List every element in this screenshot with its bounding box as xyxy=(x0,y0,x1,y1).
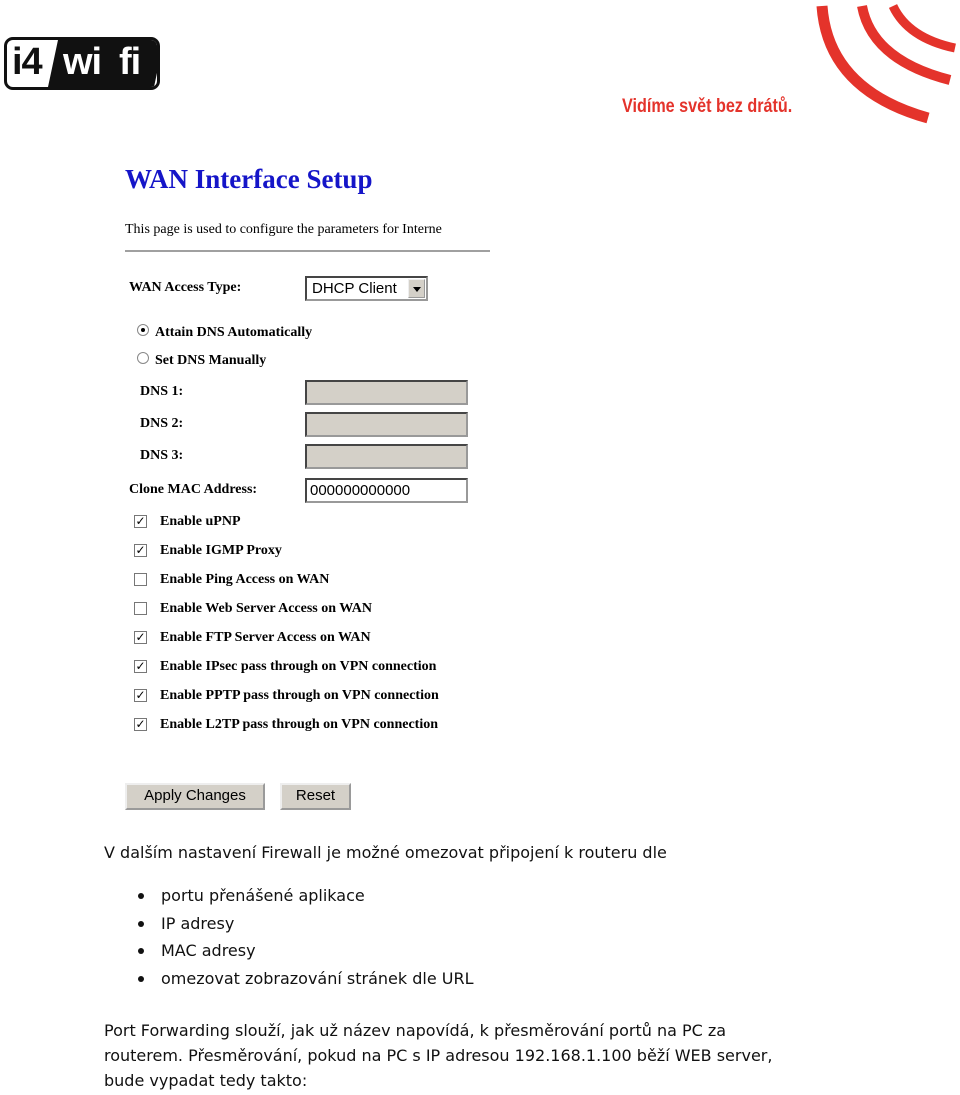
wireless-arcs-logo xyxy=(816,3,956,124)
checkbox[interactable]: ✓ xyxy=(134,689,147,702)
radio-label: Attain DNS Automatically xyxy=(155,325,313,340)
divider xyxy=(125,250,490,252)
wan-access-type-select[interactable]: DHCP Client xyxy=(305,276,428,301)
checkbox-label: Enable uPNP xyxy=(160,514,241,529)
checkbox-label: Enable IGMP Proxy xyxy=(160,543,282,558)
paragraph-line: routerem. Přesměrování, pokud na PC s IP… xyxy=(104,1046,773,1065)
wan-access-type-label: WAN Access Type: xyxy=(129,280,242,295)
radio-attain-dns[interactable] xyxy=(137,324,149,336)
dns3-input[interactable] xyxy=(305,444,468,469)
checkbox-label: Enable Ping Access on WAN xyxy=(160,572,330,587)
paragraph-line: bude vypadat tedy takto: xyxy=(104,1071,308,1090)
apply-changes-button[interactable]: Apply Changes xyxy=(125,783,265,810)
radio-label: Set DNS Manually xyxy=(155,353,267,368)
bullet-icon xyxy=(138,921,144,927)
dns2-label: DNS 2: xyxy=(140,416,184,431)
list-item: MAC adresy xyxy=(161,941,256,960)
radio-set-dns-manually[interactable] xyxy=(137,352,149,364)
paragraph-line: Port Forwarding slouží, jak už název nap… xyxy=(104,1021,727,1040)
checkbox-label: Enable Web Server Access on WAN xyxy=(160,601,372,616)
checkbox-label: Enable L2TP pass through on VPN connecti… xyxy=(160,717,438,732)
clone-mac-input[interactable]: 000000000000 xyxy=(305,478,468,503)
intro-text: V dalším nastavení Firewall je možné ome… xyxy=(104,843,667,862)
list-item: IP adresy xyxy=(161,914,235,933)
checkbox[interactable]: ✓ xyxy=(134,515,147,528)
checkbox[interactable]: ✓ xyxy=(134,718,147,731)
dns1-input[interactable] xyxy=(305,380,468,405)
checkbox[interactable]: ✓ xyxy=(134,544,147,557)
checkbox[interactable]: ✓ xyxy=(134,660,147,673)
checkbox-label: Enable PPTP pass through on VPN connecti… xyxy=(160,688,439,703)
bullet-icon xyxy=(138,976,144,982)
list-item: omezovat zobrazování stránek dle URL xyxy=(161,969,474,988)
page-description: This page is used to configure the param… xyxy=(125,222,442,237)
dns2-input[interactable] xyxy=(305,412,468,437)
dns3-label: DNS 3: xyxy=(140,448,184,463)
checkbox[interactable] xyxy=(134,602,147,615)
checkbox-label: Enable FTP Server Access on WAN xyxy=(160,630,371,645)
bullet-icon xyxy=(138,893,144,899)
checkbox-label: Enable IPsec pass through on VPN connect… xyxy=(160,659,437,674)
page-title: WAN Interface Setup xyxy=(125,164,373,194)
chevron-down-icon[interactable] xyxy=(408,279,425,298)
page: i4 wi fi Vidíme svět bez drátů. WAN Inte… xyxy=(0,0,960,1095)
clone-mac-label: Clone MAC Address: xyxy=(129,482,258,497)
dns1-label: DNS 1: xyxy=(140,384,184,399)
bullet-icon xyxy=(138,948,144,954)
checkbox[interactable]: ✓ xyxy=(134,631,147,644)
reset-button[interactable]: Reset xyxy=(280,783,351,810)
tagline: Vidíme svět bez drátů. xyxy=(622,96,793,117)
list-item: portu přenášené aplikace xyxy=(161,886,365,905)
i4wifi-logo: i4 wi fi xyxy=(4,37,160,90)
checkbox[interactable] xyxy=(134,573,147,586)
